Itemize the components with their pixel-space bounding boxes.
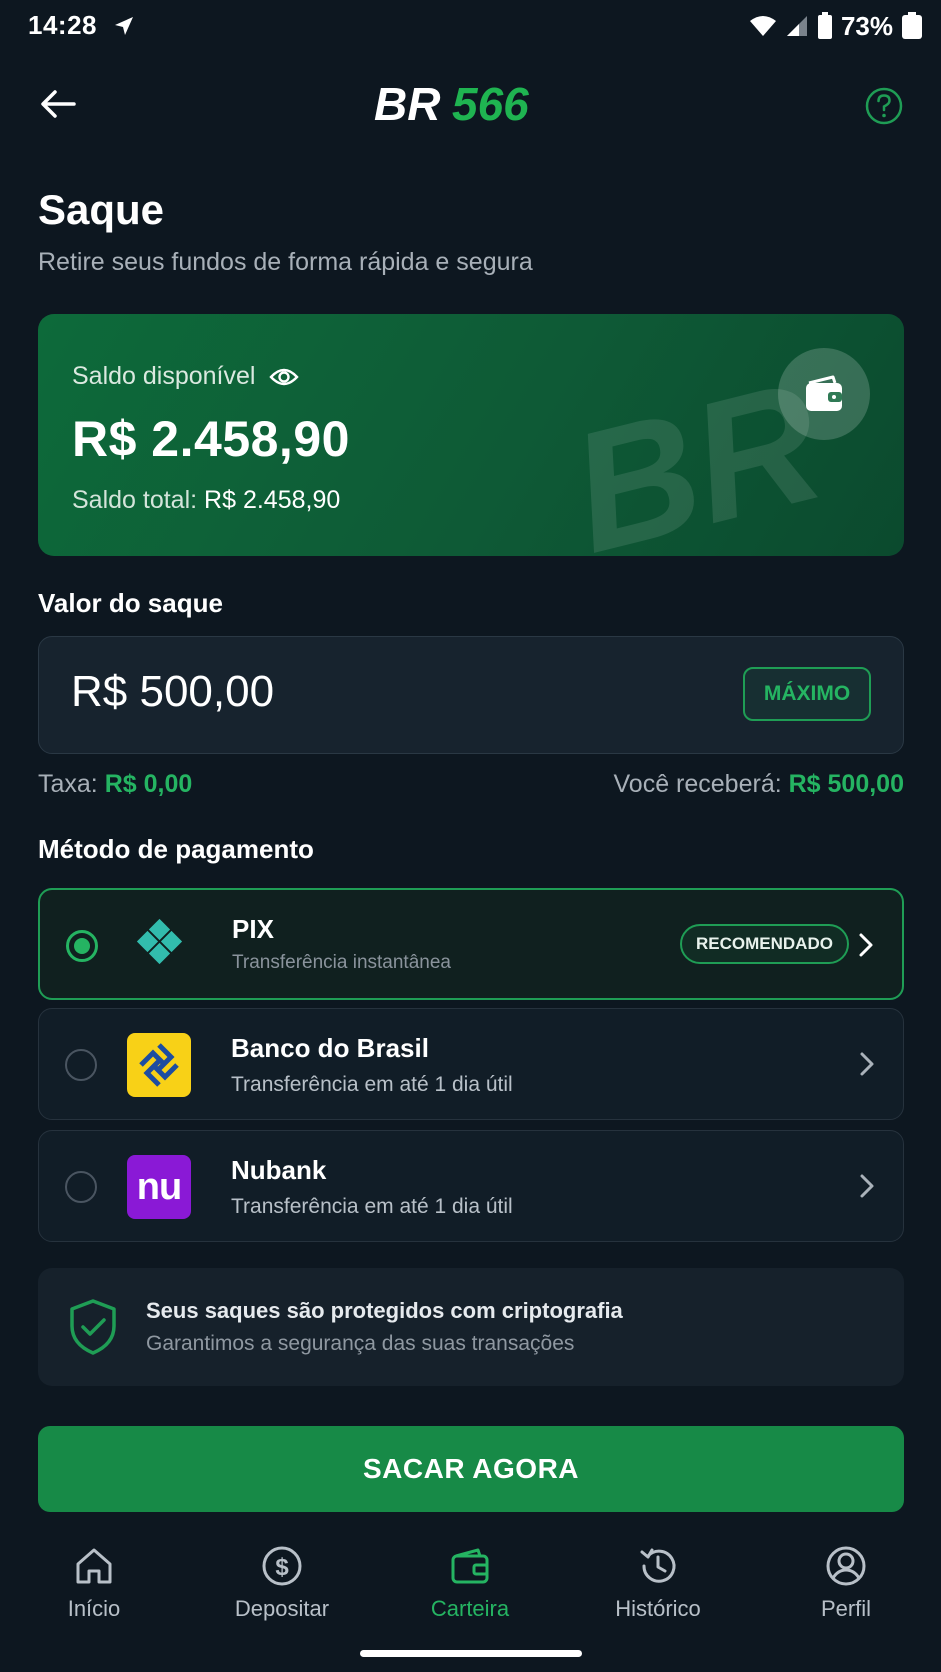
banco-do-brasil-logo [127,1033,191,1097]
pix-logo [128,914,192,978]
signal-icon [786,16,807,36]
nav-item-wallet[interactable]: Carteira [390,1530,550,1640]
balance-label-row: Saldo disponível [72,362,300,391]
nav-item-home[interactable]: Início [14,1530,174,1640]
max-button[interactable]: MÁXIMO [743,667,871,721]
radio-unselected[interactable] [65,1171,97,1203]
user-icon [826,1546,866,1586]
brand-logo: BR 566 [374,78,529,130]
security-note: Seus saques são protegidos com criptogra… [38,1268,904,1386]
battery-icon [902,12,922,39]
method-name: Banco do Brasil [231,1033,429,1063]
battery-percent: 73% [840,10,893,41]
navigation-icon [115,17,133,35]
page-title: Saque [38,186,165,233]
status-time: 14:28 [28,10,97,40]
page-subtitle: Retire seus fundos de forma rápida e seg… [38,248,533,276]
recommended-badge: RECOMENDADO [680,924,849,964]
balance-card: BR Saldo disponível R$ 2.458,90 Saldo to… [38,314,904,556]
chevron-right-icon [860,1174,874,1198]
eye-icon[interactable] [269,366,300,388]
payment-method-label: Método de pagamento [38,834,314,864]
amount-value[interactable]: R$ 500,00 [71,667,274,717]
status-icons: 73% [749,10,923,42]
payment-option-nubank[interactable]: nu Nubank Transferência em até 1 dia úti… [38,1130,904,1242]
receive-label: Você receberá: [613,770,782,798]
back-button[interactable] [36,82,80,126]
pix-icon [136,918,183,965]
help-circle-icon[interactable] [864,86,904,126]
nav-label: Início [67,1596,121,1621]
home-indicator[interactable] [360,1650,582,1657]
nav-label: Carteira [430,1596,510,1621]
logo-text-green: 566 [452,78,529,130]
method-desc: Transferência em até 1 dia útil [231,1195,513,1218]
battery-saver-icon [817,12,832,39]
chevron-right-icon [859,933,873,957]
receive-value: R$ 500,00 [788,770,904,798]
nav-item-profile[interactable]: Perfil [766,1530,926,1640]
dollar-circle-icon: $ [262,1546,302,1586]
arrow-left-icon [41,90,76,118]
wallet-badge [778,348,870,440]
amount-label: Valor do saque [38,588,223,618]
balance-total-label: Saldo total: [72,486,198,514]
logo-text-white: BR [374,78,440,130]
wifi-icon [749,16,776,36]
nav-label: Perfil [820,1596,872,1621]
security-title: Seus saques são protegidos com criptogra… [146,1298,623,1323]
method-desc: Transferência instantânea [232,952,451,973]
payment-option-banco-do-brasil[interactable]: Banco do Brasil Transferência em até 1 d… [38,1008,904,1120]
method-name: PIX [232,914,274,944]
method-name: Nubank [231,1155,327,1185]
history-icon [640,1548,676,1583]
withdraw-now-button[interactable]: SACAR AGORA [38,1426,904,1512]
balance-label: Saldo disponível [72,362,256,390]
balance-total-value: R$ 2.458,90 [204,486,341,514]
banco-do-brasil-icon [139,1043,179,1087]
shield-check-icon [70,1299,116,1355]
nav-label: Histórico [615,1596,701,1621]
receive-info: Você receberá: R$ 500,00 [614,770,905,799]
nav-item-deposit[interactable]: $ Depositar [202,1530,362,1640]
wallet-icon [451,1548,489,1584]
svg-text:$: $ [275,1554,289,1581]
balance-value: R$ 2.458,90 [72,411,350,467]
balance-total: Saldo total: R$ 2.458,90 [72,486,340,515]
payment-option-pix[interactable]: PIX Transferência instantânea RECOMENDAD… [38,888,904,1000]
radio-selected[interactable] [66,930,98,962]
nav-label: Depositar [234,1596,330,1621]
wallet-icon [806,375,842,411]
chevron-right-icon [860,1052,874,1076]
method-desc: Transferência em até 1 dia útil [231,1073,513,1096]
security-desc: Garantimos a segurança das suas transaçõ… [146,1332,575,1355]
fee-info: Taxa: R$ 0,00 [38,770,192,799]
fee-row: Taxa: R$ 0,00 Você receberá: R$ 500,00 [38,770,904,802]
nubank-logo: nu [127,1155,191,1219]
amount-input[interactable]: R$ 500,00 MÁXIMO [38,636,904,754]
home-icon [76,1548,112,1584]
radio-unselected[interactable] [65,1049,97,1081]
nubank-logo-text: nu [136,1165,182,1208]
nav-item-history[interactable]: Histórico [578,1530,738,1640]
fee-value: R$ 0,00 [104,770,193,798]
status-bar: 14:28 73% [0,0,941,56]
fee-label: Taxa: [38,770,98,798]
